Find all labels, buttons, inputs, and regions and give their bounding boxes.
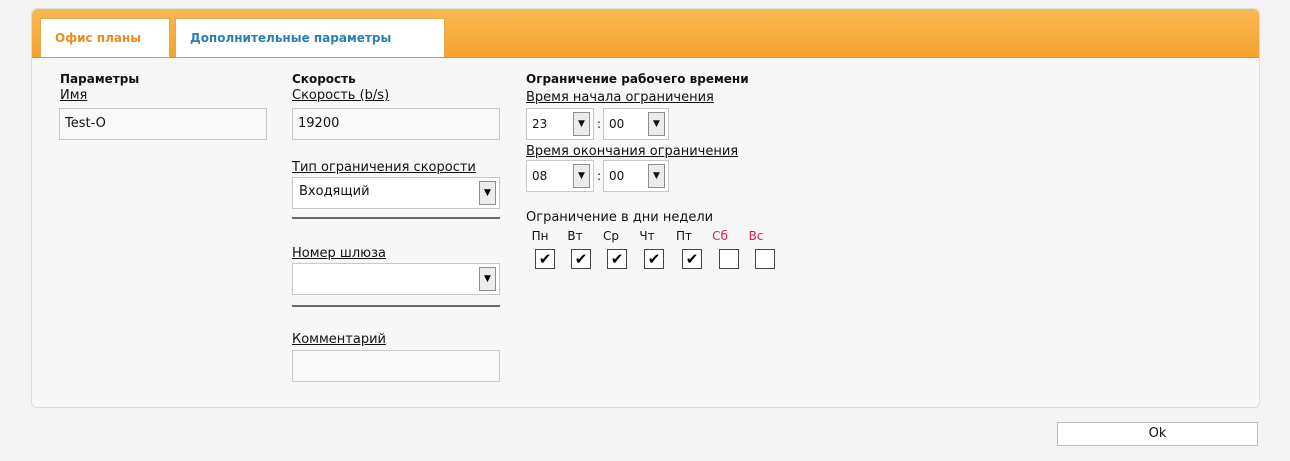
limit-type-select[interactable]: Входящий ▼ <box>292 177 500 209</box>
tab-bar: Офис планы Дополнительные параметры <box>32 9 1259 58</box>
checkbox-tue[interactable]: ✔ <box>571 249 591 269</box>
tab-office-plans[interactable]: Офис планы <box>40 18 170 57</box>
end-hour-select[interactable]: 08 ▼ <box>526 160 594 192</box>
start-hour-value: 23 <box>532 117 548 131</box>
speed-input[interactable]: 19200 <box>292 108 500 140</box>
start-time-label: Время начала ограничения <box>526 90 714 105</box>
day-label-sat: Сб <box>712 229 728 243</box>
tab-additional-params[interactable]: Дополнительные параметры <box>175 18 445 57</box>
checkbox-sun[interactable] <box>755 249 775 269</box>
name-input[interactable]: Test-O <box>59 108 267 140</box>
divider <box>292 305 500 307</box>
end-minute-value: 00 <box>609 169 625 183</box>
start-hour-select[interactable]: 23 ▼ <box>526 108 594 140</box>
comment-input[interactable] <box>292 350 500 382</box>
gateway-select[interactable]: ▼ <box>292 263 500 295</box>
gateway-label: Номер шлюза <box>292 246 386 261</box>
day-label-tue: Вт <box>567 229 583 243</box>
checkbox-sat[interactable] <box>719 249 739 269</box>
end-minute-select[interactable]: 00 ▼ <box>603 160 669 192</box>
chevron-down-icon[interactable]: ▼ <box>479 181 496 205</box>
end-hour-value: 08 <box>532 169 548 183</box>
chevron-down-icon[interactable]: ▼ <box>648 112 665 136</box>
day-label-thu: Чт <box>639 229 655 243</box>
chevron-down-icon[interactable]: ▼ <box>573 112 590 136</box>
chevron-down-icon[interactable]: ▼ <box>573 164 590 188</box>
speed-heading: Скорость <box>292 72 356 86</box>
time-separator: : <box>597 169 602 183</box>
comment-label: Комментарий <box>292 332 386 347</box>
checkbox-thu[interactable]: ✔ <box>644 249 664 269</box>
name-label: Имя <box>60 88 88 103</box>
ok-button[interactable]: Ok <box>1057 422 1258 446</box>
limit-type-value: Входящий <box>299 184 370 199</box>
main-panel: Офис планы Дополнительные параметры <box>31 8 1260 408</box>
day-label-wed: Ср <box>603 229 619 243</box>
limit-type-label: Тип ограничения скорости <box>292 160 476 175</box>
time-separator: : <box>597 117 602 131</box>
divider <box>292 217 500 219</box>
day-label-mon: Пн <box>531 229 549 243</box>
params-heading: Параметры <box>60 72 140 86</box>
end-time-label: Время окончания ограничения <box>526 144 739 159</box>
checkbox-wed[interactable]: ✔ <box>607 249 627 269</box>
day-label-fri: Пт <box>675 229 692 243</box>
start-minute-value: 00 <box>609 117 625 131</box>
checkbox-mon[interactable]: ✔ <box>535 249 555 269</box>
weekdays-label: Ограничение в дни недели <box>526 210 714 225</box>
speed-label: Скорость (b/s) <box>292 88 390 103</box>
chevron-down-icon[interactable]: ▼ <box>648 164 665 188</box>
worktime-heading: Ограничение рабочего времени <box>526 72 749 86</box>
start-minute-select[interactable]: 00 ▼ <box>603 108 669 140</box>
chevron-down-icon[interactable]: ▼ <box>479 267 496 291</box>
day-label-sun: Вс <box>748 229 764 243</box>
checkbox-fri[interactable]: ✔ <box>682 249 702 269</box>
